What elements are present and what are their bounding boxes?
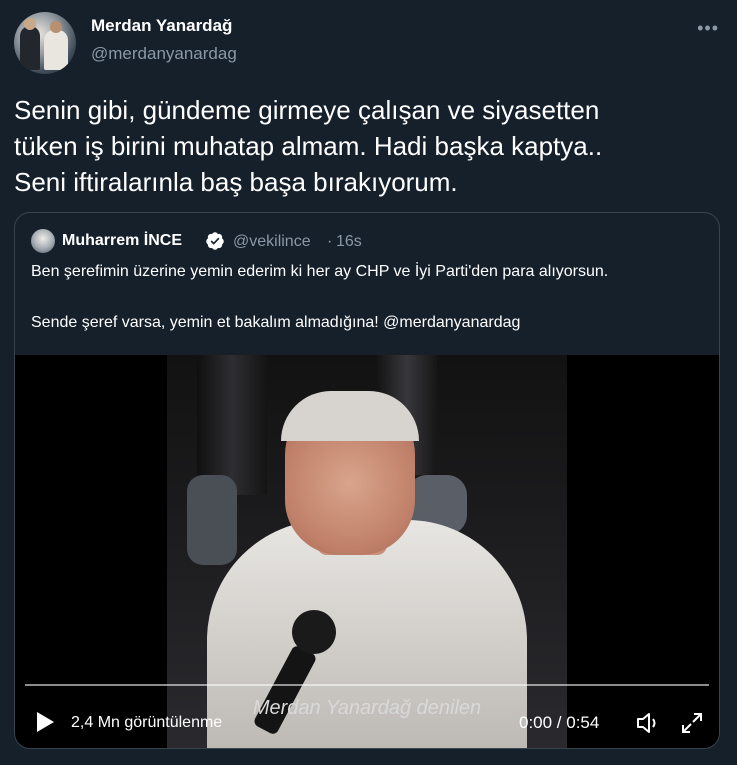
progress-bar[interactable] bbox=[25, 684, 709, 686]
quoted-author-avatar[interactable] bbox=[31, 229, 55, 253]
quoted-timestamp[interactable]: 16s bbox=[336, 233, 362, 251]
play-icon[interactable] bbox=[35, 711, 55, 733]
more-horizontal-icon[interactable]: ••• bbox=[697, 18, 719, 39]
author-avatar[interactable] bbox=[14, 12, 76, 74]
separator-dot: · bbox=[327, 233, 333, 250]
video-player[interactable]: Merdan Yanardağ denilen 2,4 Mn görüntüle… bbox=[15, 355, 719, 748]
tweet-text: Senin gibi, gündeme girmeye çalışan ve s… bbox=[14, 95, 603, 197]
video-time: 0:00 / 0:54 bbox=[519, 713, 600, 732]
volume-icon[interactable] bbox=[635, 711, 661, 735]
verified-badge-icon bbox=[206, 232, 224, 250]
video-frame bbox=[167, 355, 567, 748]
quoted-text-line: Sende şeref varsa, yemin et bakalım alma… bbox=[31, 314, 521, 331]
author-name[interactable]: Merdan Yanardağ bbox=[91, 16, 232, 36]
quoted-author-handle[interactable]: @vekilince bbox=[233, 233, 311, 251]
quoted-text-line: Ben şerefimin üzerine yemin ederim ki he… bbox=[31, 263, 609, 280]
view-count: 2,4 Mn görüntülenme bbox=[71, 714, 223, 731]
fullscreen-icon[interactable] bbox=[680, 711, 704, 735]
author-handle[interactable]: @merdanyanardag bbox=[91, 44, 237, 64]
quoted-tweet[interactable]: Muharrem İNCE @vekilince · 16s Ben şeref… bbox=[14, 212, 720, 749]
quoted-author-name[interactable]: Muharrem İNCE bbox=[62, 232, 182, 250]
